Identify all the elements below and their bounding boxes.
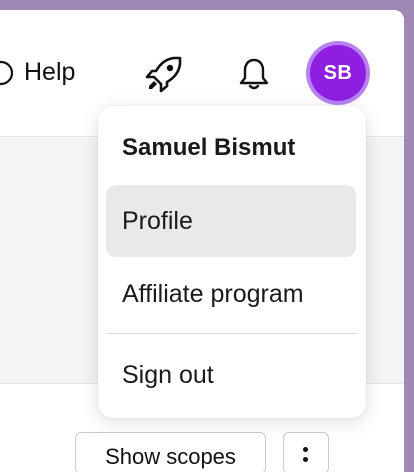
more-options-button[interactable] bbox=[283, 432, 329, 472]
menu-divider bbox=[106, 333, 358, 334]
menu-item-profile[interactable]: Profile bbox=[106, 185, 356, 257]
show-scopes-button[interactable]: Show scopes bbox=[75, 432, 266, 472]
menu-user-name: Samuel Bismut bbox=[122, 134, 296, 161]
help-circle-icon bbox=[0, 60, 14, 85]
rocket-button[interactable] bbox=[144, 54, 186, 94]
rocket-icon bbox=[145, 56, 182, 93]
avatar-initials: SB bbox=[310, 45, 366, 101]
menu-item-affiliate-program[interactable]: Affiliate program bbox=[106, 258, 356, 330]
bell-icon bbox=[239, 58, 269, 90]
help-link[interactable]: Help bbox=[0, 58, 75, 87]
notifications-button[interactable] bbox=[236, 56, 272, 92]
user-dropdown-menu: Samuel Bismut Profile Affiliate program … bbox=[98, 106, 366, 418]
user-avatar-button[interactable]: SB bbox=[306, 41, 370, 105]
menu-item-sign-out[interactable]: Sign out bbox=[106, 339, 356, 411]
vertical-dots-icon-dot bbox=[303, 457, 308, 462]
vertical-dots-icon bbox=[303, 447, 308, 452]
help-label: Help bbox=[24, 58, 76, 86]
